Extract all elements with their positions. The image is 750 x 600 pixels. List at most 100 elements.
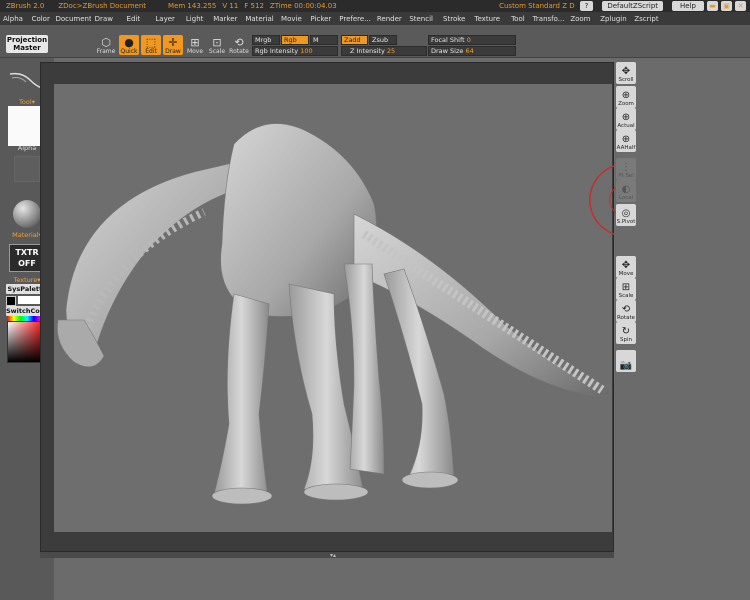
draw-button[interactable]: ✛ Draw	[163, 35, 183, 55]
rotate-label: Rotate	[229, 48, 249, 55]
menu-item-color[interactable]: Color	[26, 15, 56, 23]
projection-master-button[interactable]: Projection Master	[6, 35, 48, 53]
rightshelf-label: Scale	[618, 293, 634, 299]
menu-item-zoom[interactable]: Zoom	[565, 15, 596, 23]
z-intensity-label: Z Intensity	[350, 47, 385, 55]
frame-button[interactable]: ⬡ Frame	[96, 35, 116, 55]
menu-item-zscript[interactable]: Zscript	[631, 15, 662, 23]
alpha-thumbnail[interactable]	[14, 156, 40, 182]
rotate-icon: ⟲	[234, 36, 244, 49]
rightshelf-label: Move	[618, 271, 634, 277]
quick-button[interactable]: ● Quick	[119, 35, 139, 55]
rightshelf-scroll-button[interactable]: ✥ Scroll	[616, 62, 636, 84]
rgb-toggle[interactable]: Rgb	[281, 35, 309, 45]
menu-item-zplugin[interactable]: Zplugin	[596, 15, 631, 23]
aahalf-icon: ⊕	[621, 134, 631, 145]
material-sphere[interactable]	[13, 200, 41, 228]
ptsel-icon: ⋮	[621, 162, 631, 173]
zadd-toggle[interactable]: Zadd	[341, 35, 368, 45]
rightshelf-label: Scroll	[618, 77, 634, 83]
menu-item-transfo[interactable]: Transfo...	[532, 15, 565, 23]
rightshelf-label: Pt Sel	[618, 173, 634, 179]
rightshelf-label: Spin	[620, 337, 632, 343]
menu-item-prefere[interactable]: Prefere...	[336, 15, 374, 23]
z-intensity-slider[interactable]: Z Intensity 25	[341, 46, 427, 56]
top-toolbar: Projection Master ⬡ Frame ● Quick ⬚ Edit…	[0, 25, 750, 58]
vertex-readout: V 11	[222, 2, 239, 10]
actual-icon: ⊕	[621, 112, 631, 123]
zsub-toggle[interactable]: Zsub	[369, 35, 397, 45]
m-toggle[interactable]: M	[310, 35, 338, 45]
draw-label: Draw	[165, 48, 181, 55]
menu-item-render[interactable]: Render	[374, 15, 405, 23]
edit-button[interactable]: ⬚ Edit	[141, 35, 161, 55]
menu-item-texture[interactable]: Texture	[471, 15, 504, 23]
rightshelf-move-button[interactable]: ✥ Move	[616, 256, 636, 278]
rightshelf-label: Actual	[617, 123, 635, 129]
rgb-intensity-label: Rgb Intensity	[255, 47, 299, 55]
camera-icon: 📷	[619, 360, 633, 371]
menu-item-stroke[interactable]: Stroke	[438, 15, 471, 23]
rightshelf-aahalf-button[interactable]: ⊕ AAHalf	[616, 130, 636, 152]
maximize-icon[interactable]: ▣	[721, 1, 732, 11]
menu-item-alpha[interactable]: Alpha	[0, 15, 26, 23]
menu-item-picker[interactable]: Picker	[306, 15, 337, 23]
rightshelf-spivot-button[interactable]: ◎ S.Pivot	[616, 204, 636, 226]
focal-shift-slider[interactable]: Focal Shift 0	[428, 35, 516, 45]
rightshelf-local-button[interactable]: ◐ Local	[616, 180, 636, 202]
scale-label: Scale	[208, 48, 226, 55]
menu-item-document[interactable]: Document	[55, 15, 90, 23]
brush-stroke-icon[interactable]	[8, 70, 44, 90]
menu-item-tool[interactable]: Tool	[504, 15, 532, 23]
menu-item-movie[interactable]: Movie	[277, 15, 305, 23]
scroll-icon: ✥	[621, 66, 631, 77]
rightshelf-camera-button[interactable]: 📷	[616, 350, 636, 372]
default-zscript-button[interactable]: DefaultZScript	[602, 1, 664, 11]
canvas-bottom-bar: ▾▴	[40, 552, 614, 559]
f-readout: F 512	[244, 2, 264, 10]
focal-shift-label: Focal Shift	[431, 36, 465, 44]
menu-item-light[interactable]: Light	[181, 15, 209, 23]
rightshelf-ptsel-button[interactable]: ⋮ Pt Sel	[616, 158, 636, 180]
help-button[interactable]: Help	[672, 1, 704, 11]
menu-item-material[interactable]: Material	[242, 15, 277, 23]
spivot-icon: ◎	[621, 208, 631, 219]
focal-shift-value: 0	[466, 36, 471, 44]
move-icon: ✥	[621, 260, 631, 271]
rgb-intensity-slider[interactable]: Rgb Intensity 100	[252, 46, 338, 56]
app-name: ZBrush 2.0	[6, 2, 45, 10]
layout-selector[interactable]: Custom Standard Z D	[499, 2, 575, 10]
title-bar: ZBrush 2.0 ZDoc>ZBrush Document Mem 143.…	[0, 0, 750, 12]
rotate-button[interactable]: ⟲ Rotate	[229, 35, 249, 55]
document-name: ZDoc>ZBrush Document	[58, 2, 147, 10]
edit-label: Edit	[145, 48, 157, 55]
draw-size-value: 64	[465, 47, 474, 55]
rotate-icon: ⟲	[621, 304, 631, 315]
rightshelf-actual-button[interactable]: ⊕ Actual	[616, 108, 636, 130]
rightshelf-rotate-button[interactable]: ⟲ Rotate	[616, 300, 636, 322]
z-intensity-value: 25	[386, 47, 396, 55]
move-button[interactable]: ⊞ Move	[185, 35, 205, 55]
rightshelf-zoom-button[interactable]: ⊕ Zoom	[616, 86, 636, 108]
menu-item-marker[interactable]: Marker	[209, 15, 242, 23]
menu-item-stencil[interactable]: Stencil	[405, 15, 438, 23]
draw-size-slider[interactable]: Draw Size 64	[428, 46, 516, 56]
mrgb-toggle[interactable]: Mrgb	[252, 35, 280, 45]
ztime-readout: ZTime 00:00:04.03	[269, 2, 337, 10]
right-shelf: ✥ Scroll ⊕ Zoom ⊕ Actual ⊕ AAHalf ⋮ Pt Sel ◐ Local ◎…	[614, 58, 638, 378]
menu-item-draw[interactable]: Draw	[91, 15, 117, 23]
document-canvas[interactable]	[54, 84, 612, 532]
menu-item-edit[interactable]: Edit	[117, 15, 150, 23]
rgb-intensity-value: 100	[300, 47, 313, 55]
draw-icon: ✛	[168, 36, 178, 49]
minimize-icon[interactable]: ▬	[707, 1, 718, 11]
rightshelf-spin-button[interactable]: ↻ Spin	[616, 322, 636, 344]
scale-icon: ⊞	[621, 282, 631, 293]
question-button[interactable]: ?	[579, 1, 594, 11]
secondary-color-swatch[interactable]	[6, 296, 16, 306]
menu-item-layer[interactable]: Layer	[150, 15, 181, 23]
close-icon[interactable]: ✕	[735, 1, 746, 11]
rightshelf-scale-button[interactable]: ⊞ Scale	[616, 278, 636, 300]
collapse-arrow-icon[interactable]: ▾▴	[330, 552, 336, 559]
scale-button[interactable]: ⊡ Scale	[207, 35, 227, 55]
